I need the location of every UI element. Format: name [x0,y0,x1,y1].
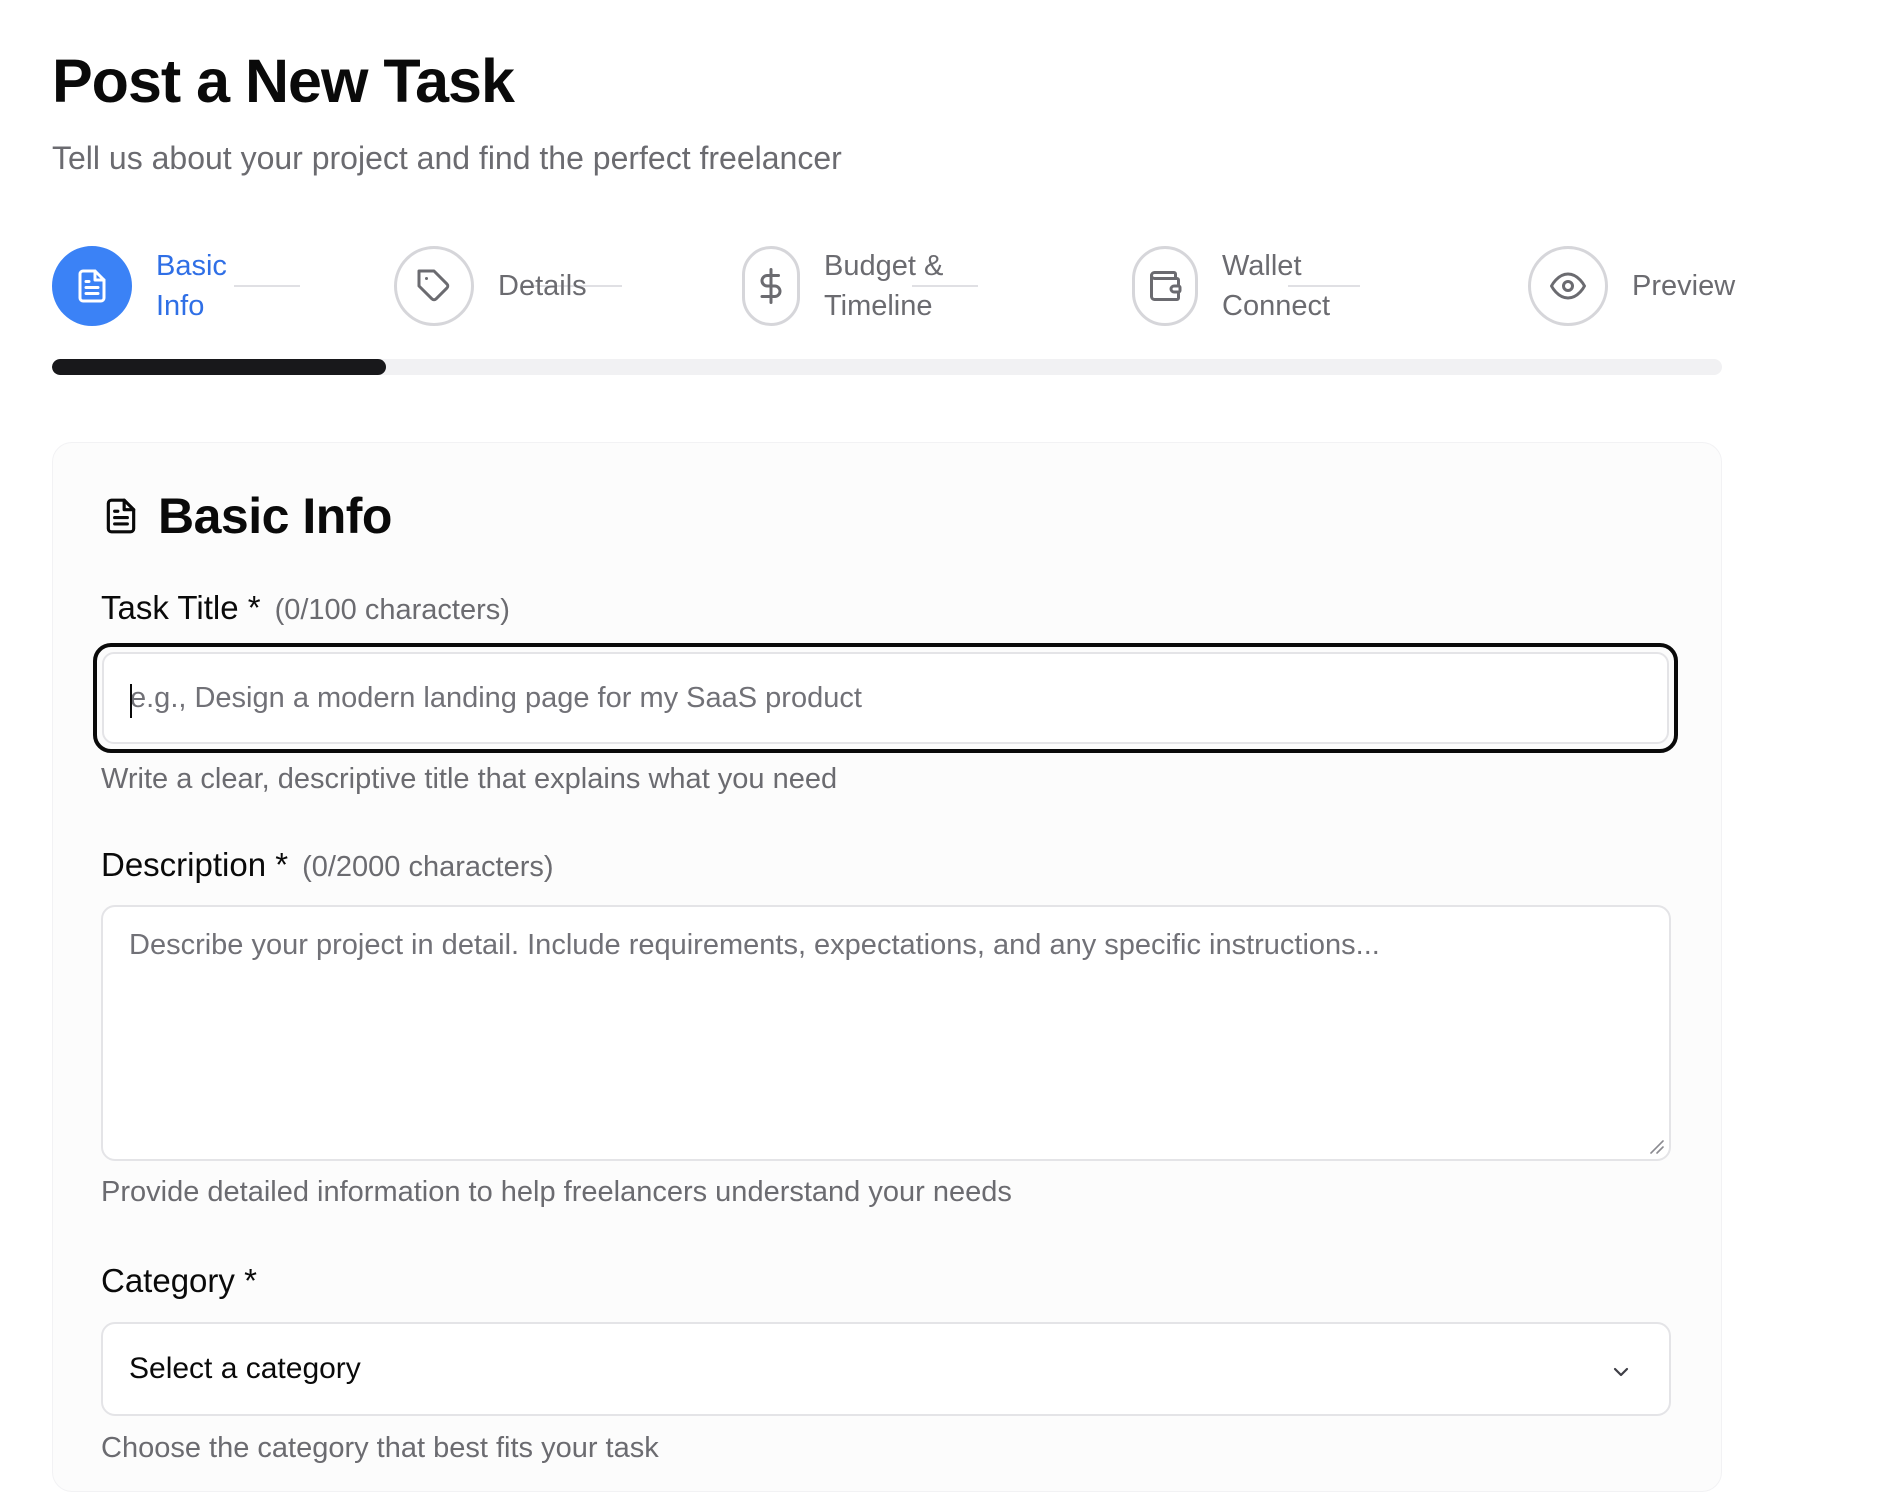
description-textarea[interactable]: Describe your project in detail. Include… [101,905,1671,1161]
step-label: Preview [1632,270,1736,302]
step-circle [394,246,474,326]
step-details[interactable]: Details [394,246,587,326]
task-title-input[interactable]: e.g., Design a modern landing page for m… [102,652,1669,744]
step-budget-timeline[interactable]: Budget & Timeline [742,246,943,326]
step-wallet-connect[interactable]: Wallet Connect [1132,246,1330,326]
step-circle [1132,246,1198,326]
eye-icon [1550,272,1586,300]
task-title-focus-ring: e.g., Design a modern landing page for m… [93,643,1678,753]
step-circle [52,246,132,326]
wallet-icon [1150,271,1182,301]
description-placeholder: Describe your project in detail. Include… [129,929,1380,961]
category-selected-value: Select a category [129,1352,361,1385]
file-text-icon [78,269,106,303]
dollar-icon [760,268,782,304]
task-title-label-text: Task Title * [101,589,261,626]
step-preview[interactable]: Preview [1528,246,1735,326]
step-circle [742,246,800,326]
task-title-hint: Write a clear, descriptive title that ex… [101,763,838,795]
step-basic-info[interactable]: Basic Info [52,246,227,326]
description-counter: (0/2000 characters) [302,851,554,883]
step-circle [1528,246,1608,326]
step-label: Details [498,270,587,302]
progress-fill [52,359,386,375]
page-subtitle: Tell us about your project and find the … [52,140,842,176]
progress-bar [52,359,1722,375]
stepper: Basic Info Details Budget & Timeline Wal… [52,246,1735,326]
category-select[interactable]: Select a category [101,1322,1671,1416]
section-title: Basic Info [158,488,392,544]
category-hint: Choose the category that best fits your … [101,1432,659,1464]
category-label: Category * [101,1262,257,1299]
step-label: Wallet Connect [1222,250,1331,322]
file-text-icon [106,498,136,534]
description-hint: Provide detailed information to help fre… [101,1176,1012,1208]
section-header: Basic Info [102,487,392,545]
tag-icon [417,269,450,302]
task-title-label: Task Title * (0/100 characters) [101,589,510,627]
page-title: Post a New Task [52,47,515,115]
task-title-counter: (0/100 characters) [274,594,510,626]
chevron-down-icon [1613,1367,1629,1377]
description-label-text: Description * [101,846,289,883]
task-title-placeholder: e.g., Design a modern landing page for m… [130,681,862,714]
resize-handle-icon[interactable] [1647,1137,1665,1155]
step-connector [234,285,300,287]
step-label: Basic Info [156,250,227,322]
description-label: Description * (0/2000 characters) [101,846,554,884]
text-caret [130,684,132,718]
step-label: Budget & Timeline [824,250,944,322]
